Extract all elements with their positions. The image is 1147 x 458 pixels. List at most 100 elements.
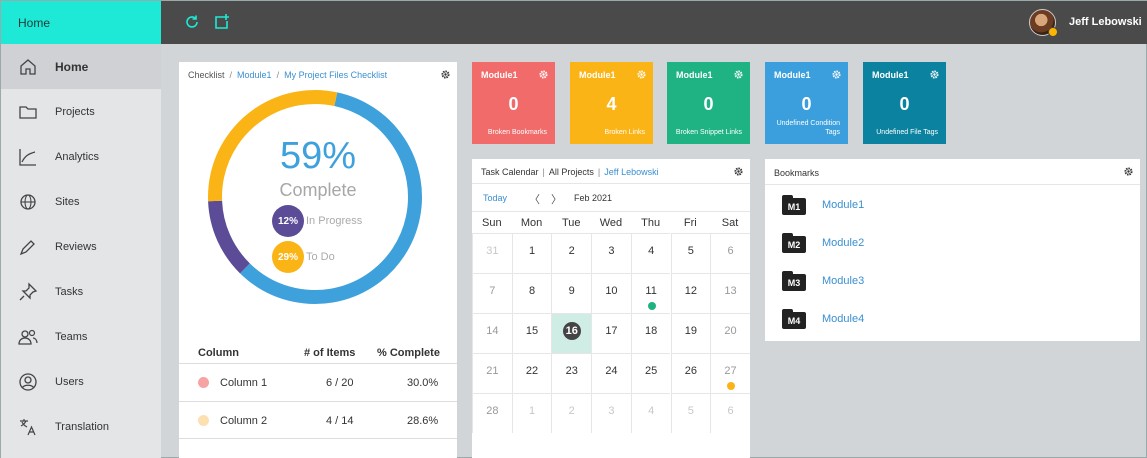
tile-title: Module1 — [774, 70, 811, 80]
sidebar-item-analytics[interactable]: Analytics — [1, 134, 161, 179]
calendar-day[interactable]: 10 — [591, 273, 631, 313]
calendar-day[interactable]: 22 — [511, 353, 552, 393]
day-number: 5 — [687, 405, 694, 417]
sidebar-item-home[interactable]: Home — [1, 44, 161, 89]
event-dot[interactable] — [727, 382, 736, 390]
col-header-complete[interactable]: % Complete — [377, 347, 440, 359]
avatar[interactable] — [1029, 9, 1058, 37]
bookmark-item[interactable]: M2 Module2 — [782, 232, 864, 254]
calendar-day[interactable]: 3 — [591, 393, 631, 433]
chevron-right-icon[interactable]: 〉 — [551, 191, 562, 207]
sidebar-item-tasks[interactable]: Tasks — [1, 269, 161, 314]
today-button[interactable]: Today — [483, 193, 507, 203]
stat-tile[interactable]: Module1 4 Broken Links — [570, 62, 653, 144]
calendar-day[interactable]: 18 — [630, 313, 671, 353]
sidebar-item-users[interactable]: Users — [1, 359, 161, 404]
gear-icon[interactable] — [831, 69, 842, 80]
calendar-day[interactable]: 5 — [670, 233, 711, 273]
breadcrumb-module[interactable]: Module1 — [237, 70, 272, 80]
tile-value: 0 — [703, 94, 714, 114]
sidebar-item-reviews[interactable]: Reviews — [1, 224, 161, 269]
gear-icon[interactable] — [1123, 166, 1134, 177]
brand-home[interactable]: Home — [1, 1, 161, 44]
bookmark-item[interactable]: M1 Module1 — [782, 194, 864, 216]
calendar-month: Feb 2021 — [574, 193, 613, 203]
sidebar-item-projects[interactable]: Projects — [1, 89, 161, 134]
breadcrumb-checklist[interactable]: My Project Files Checklist — [284, 70, 387, 80]
stat-tile[interactable]: Module1 0 Undefined Condition Tags — [765, 62, 848, 144]
calendar-day[interactable]: 17 — [591, 313, 631, 353]
calendar-day[interactable]: 23 — [551, 353, 592, 393]
day-number: 6 — [727, 245, 734, 257]
stat-tile[interactable]: Module1 0 Undefined File Tags — [863, 62, 946, 144]
calendar-day[interactable]: 9 — [551, 273, 592, 313]
table-row[interactable]: Column 2 4 / 14 28.6% — [179, 401, 457, 439]
table-row[interactable]: Column 1 6 / 20 30.0% — [179, 363, 457, 401]
stat-tile[interactable]: Module1 0 Broken Bookmarks — [472, 62, 555, 144]
gear-icon[interactable] — [733, 69, 744, 80]
calendar-day[interactable]: 3 — [591, 233, 631, 273]
bookmark-link[interactable]: Module4 — [822, 313, 864, 325]
day-number: 3 — [608, 245, 615, 257]
bookmark-item[interactable]: M4 Module4 — [782, 308, 864, 330]
calendar-day[interactable]: 24 — [591, 353, 631, 393]
calendar-user[interactable]: Jeff Lebowski — [604, 167, 658, 177]
weekday-label: Fri — [683, 217, 697, 229]
folder-icon: M2 — [782, 233, 806, 253]
bookmark-item[interactable]: M3 Module3 — [782, 270, 864, 292]
calendar-day[interactable]: 2 — [551, 233, 592, 273]
calendar-day[interactable]: 14 — [472, 313, 512, 353]
new-window-icon[interactable] — [213, 13, 231, 31]
user-name[interactable]: Jeff Lebowski — [1069, 16, 1142, 28]
calendar-day[interactable]: 4 — [630, 233, 671, 273]
calendar-day[interactable]: 27 — [710, 353, 750, 393]
gear-icon[interactable] — [929, 69, 940, 80]
event-dot[interactable] — [647, 302, 656, 310]
calendar-day[interactable]: 19 — [670, 313, 711, 353]
chevron-left-icon[interactable]: 〈 — [529, 191, 540, 207]
calendar-day[interactable]: 8 — [511, 273, 552, 313]
refresh-icon[interactable] — [183, 13, 201, 31]
gear-icon[interactable] — [733, 166, 744, 177]
tile-label: Undefined Condition Tags — [776, 120, 840, 136]
gear-icon[interactable] — [538, 69, 549, 80]
calendar-day[interactable]: 6 — [710, 393, 750, 433]
bookmark-link[interactable]: Module1 — [822, 199, 864, 211]
sidebar-item-teams[interactable]: Teams — [1, 314, 161, 359]
day-number: 3 — [608, 405, 615, 417]
gear-icon[interactable] — [440, 69, 451, 80]
calendar-day[interactable]: 11 — [630, 273, 671, 313]
stat-tile[interactable]: Module1 0 Broken Snippet Links — [667, 62, 750, 144]
calendar-day[interactable]: 1 — [511, 233, 552, 273]
sidebar-item-sites[interactable]: Sites — [1, 179, 161, 224]
calendar-day[interactable]: 13 — [710, 273, 750, 313]
calendar-day[interactable]: 12 — [670, 273, 711, 313]
calendar-day[interactable]: 28 — [472, 393, 512, 433]
row-pct: 30.0% — [407, 377, 439, 389]
calendar-day[interactable]: 4 — [630, 393, 671, 433]
col-header-items[interactable]: # of Items — [304, 347, 355, 359]
sidebar-item-translation[interactable]: Translation — [1, 404, 161, 449]
calendar-day[interactable]: 16 — [551, 313, 592, 353]
pin-icon — [19, 281, 38, 300]
calendar-scope[interactable]: All Projects — [549, 167, 594, 177]
calendar-day[interactable]: 1 — [511, 393, 552, 433]
calendar-day[interactable]: 6 — [710, 233, 750, 273]
calendar-day[interactable]: 31 — [472, 233, 512, 273]
col-header-column[interactable]: Column — [198, 347, 239, 359]
calendar-day[interactable]: 5 — [670, 393, 711, 433]
gear-icon[interactable] — [636, 69, 647, 80]
calendar-day[interactable]: 26 — [670, 353, 711, 393]
calendar-day[interactable]: 15 — [511, 313, 552, 353]
calendar-day[interactable]: 7 — [472, 273, 512, 313]
day-number: 12 — [684, 285, 697, 297]
team-icon — [18, 329, 38, 345]
day-number: 15 — [525, 325, 539, 337]
calendar-day[interactable]: 21 — [472, 353, 512, 393]
bookmark-link[interactable]: Module2 — [822, 237, 864, 249]
calendar-day[interactable]: 2 — [551, 393, 592, 433]
calendar-day[interactable]: 25 — [630, 353, 671, 393]
calendar-day[interactable]: 20 — [710, 313, 750, 353]
bookmark-link[interactable]: Module3 — [822, 275, 864, 287]
tile-title: Module1 — [579, 70, 616, 80]
